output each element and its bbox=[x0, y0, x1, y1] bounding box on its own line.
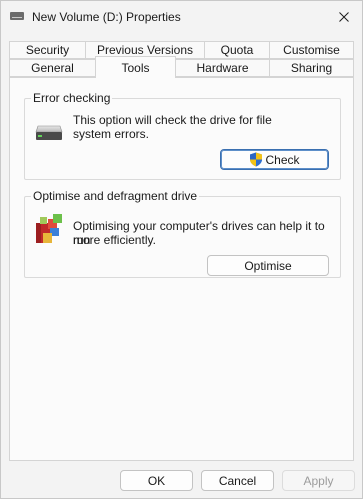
optimise-title: Optimise and defragment drive bbox=[31, 189, 200, 203]
optimise-button[interactable]: Optimise bbox=[207, 255, 329, 276]
error-checking-line1: This option will check the drive for fil… bbox=[73, 113, 272, 127]
tab-quota[interactable]: Quota bbox=[204, 41, 270, 59]
cancel-button[interactable]: Cancel bbox=[201, 470, 274, 491]
hard-drive-icon bbox=[35, 125, 63, 140]
error-checking-title: Error checking bbox=[31, 91, 113, 105]
close-button[interactable] bbox=[330, 3, 358, 31]
check-button-label: Check bbox=[265, 152, 300, 167]
tab-general[interactable]: General bbox=[9, 59, 96, 77]
error-checking-group: Error checking This option will check th… bbox=[24, 91, 341, 180]
window-title: New Volume (D:) Properties bbox=[32, 10, 181, 24]
uac-shield-icon bbox=[250, 152, 263, 167]
close-icon bbox=[339, 12, 349, 22]
tab-strip: Security Previous Versions Quota Customi… bbox=[9, 41, 354, 78]
tools-panel: Error checking This option will check th… bbox=[9, 77, 354, 461]
properties-window: New Volume (D:) Properties Security Prev… bbox=[0, 0, 363, 499]
error-checking-line2: system errors. bbox=[73, 127, 150, 141]
apply-button[interactable]: Apply bbox=[282, 470, 355, 491]
optimise-line2: more efficiently. bbox=[73, 233, 156, 247]
tab-sharing[interactable]: Sharing bbox=[269, 59, 354, 77]
drive-icon bbox=[10, 12, 24, 20]
ok-button[interactable]: OK bbox=[120, 470, 193, 491]
defrag-icon bbox=[36, 214, 62, 243]
tab-security[interactable]: Security bbox=[9, 41, 86, 59]
tab-customise[interactable]: Customise bbox=[269, 41, 354, 59]
title-bar[interactable]: New Volume (D:) Properties bbox=[1, 1, 362, 33]
tab-hardware[interactable]: Hardware bbox=[175, 59, 270, 77]
check-button[interactable]: Check bbox=[220, 149, 329, 170]
tab-tools[interactable]: Tools bbox=[95, 56, 176, 78]
optimise-group: Optimise and defragment drive Optimising… bbox=[24, 189, 341, 278]
